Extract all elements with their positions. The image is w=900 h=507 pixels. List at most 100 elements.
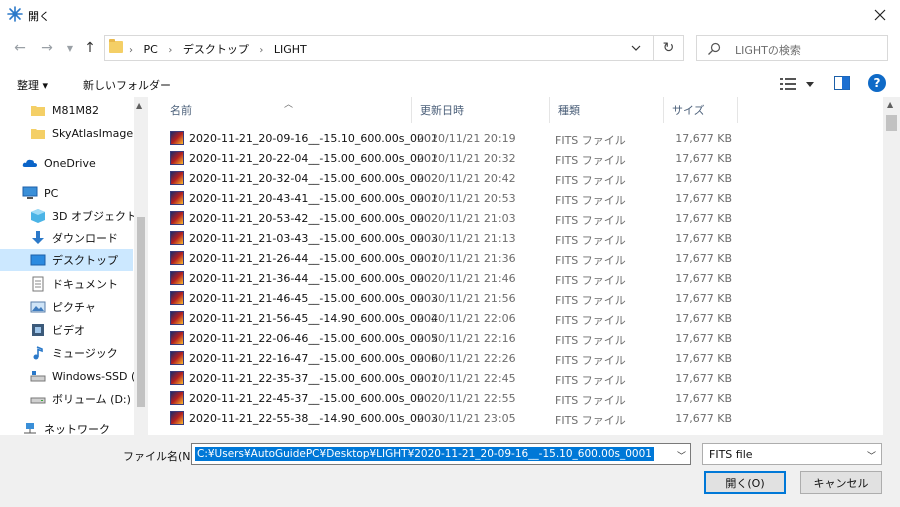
file-name: 2020-11-21_20-53-42__-15.00_600.00s_0002 — [189, 212, 439, 225]
documents-icon — [30, 276, 46, 292]
file-list: ︿ 名前 更新日時 種類 サイズ 2020-11-21_20-09-16__-1… — [150, 97, 883, 435]
file-name: 2020-11-21_22-55-38__-14.90_600.00s_0003 — [189, 412, 439, 425]
new-folder-button[interactable]: 新しいフォルダー — [83, 77, 171, 93]
file-type: FITS ファイル — [555, 394, 626, 407]
navigation-pane: M81M82 SkyAtlasImageRe OneDrive PC 3D オブ… — [0, 97, 148, 435]
sidebar-item-network[interactable]: ネットワーク — [22, 418, 148, 435]
cancel-button[interactable]: キャンセル — [800, 471, 882, 494]
filename-input[interactable]: C:¥Users¥AutoGuidePC¥Desktop¥LIGHT¥2020-… — [191, 443, 691, 465]
fits-file-icon — [170, 371, 184, 385]
filename-label: ファイル名(N): — [123, 450, 199, 463]
folder-icon — [30, 125, 46, 141]
sidebar-item-onedrive[interactable]: OneDrive — [22, 152, 148, 174]
column-header-date[interactable]: 更新日時 — [412, 97, 550, 123]
file-list-scrollbar[interactable]: ▲ — [883, 97, 900, 435]
filetype-select[interactable]: FITS file ﹀ — [702, 443, 882, 465]
table-row[interactable]: 2020-11-21_20-43-41__-15.00_600.00s_0001… — [166, 188, 746, 208]
sidebar-item-documents[interactable]: ドキュメント — [30, 273, 148, 295]
file-date: 2020/11/21 20:53 — [417, 192, 516, 205]
scroll-up-icon: ▲ — [136, 101, 143, 110]
sidebar-item-desktop[interactable]: デスクトップ — [0, 249, 133, 271]
table-row[interactable]: 2020-11-21_22-45-37__-15.00_600.00s_0002… — [166, 388, 746, 408]
table-row[interactable]: 2020-11-21_20-53-42__-15.00_600.00s_0002… — [166, 208, 746, 228]
table-row[interactable]: 2020-11-21_21-26-44__-15.00_600.00s_0001… — [166, 248, 746, 268]
organize-menu-button[interactable]: 整理 ▾ — [17, 77, 48, 93]
sidebar-item-pc[interactable]: PC — [22, 182, 148, 204]
scroll-up-icon: ▲ — [887, 100, 894, 109]
3d-objects-icon — [30, 208, 46, 224]
up-button[interactable]: ↑ — [80, 38, 100, 58]
address-dropdown-button[interactable] — [628, 40, 644, 56]
file-type: FITS ファイル — [555, 294, 626, 307]
table-row[interactable]: 2020-11-21_21-03-43__-15.00_600.00s_0003… — [166, 228, 746, 248]
table-row[interactable]: 2020-11-21_21-46-45__-15.00_600.00s_0003… — [166, 288, 746, 308]
forward-button[interactable]: → — [37, 38, 57, 58]
help-button[interactable]: ? — [868, 74, 886, 92]
breadcrumb-item[interactable]: LIGHT — [274, 43, 307, 56]
fits-file-icon — [170, 311, 184, 325]
sidebar-item-label: Windows-SSD (C — [52, 369, 143, 383]
sidebar-item-windows-ssd[interactable]: Windows-SSD (C — [30, 365, 148, 387]
open-button[interactable]: 開く(O) — [704, 471, 786, 494]
sidebar-item-skyatlas[interactable]: SkyAtlasImageRe — [30, 122, 148, 144]
view-options-button[interactable] — [780, 76, 820, 92]
recent-locations-button[interactable]: ▼ — [60, 38, 80, 58]
column-header-name[interactable]: 名前 — [162, 97, 412, 123]
windows-drive-icon — [30, 368, 46, 384]
table-row[interactable]: 2020-11-21_22-16-47__-15.00_600.00s_0006… — [166, 348, 746, 368]
folder-icon — [109, 39, 123, 53]
file-size: 17,677 KB — [675, 252, 732, 265]
address-bar[interactable]: › PC › デスクトップ › LIGHT — [104, 35, 654, 61]
search-input[interactable]: LIGHTの検索 — [696, 35, 888, 61]
sidebar-scrollbar[interactable]: ▲ — [134, 97, 148, 435]
file-size: 17,677 KB — [675, 212, 732, 225]
file-name: 2020-11-21_22-45-37__-15.00_600.00s_0002 — [189, 392, 439, 405]
sidebar-item-3d-objects[interactable]: 3D オブジェクト — [30, 205, 148, 227]
sidebar-item-label: デスクトップ — [52, 254, 118, 267]
file-name: 2020-11-21_22-06-46__-15.00_600.00s_0005 — [189, 332, 439, 345]
table-row[interactable]: 2020-11-21_20-22-04__-15.00_600.00s_0001… — [166, 148, 746, 168]
table-row[interactable]: 2020-11-21_20-09-16__-15.10_600.00s_0001… — [166, 128, 746, 148]
file-name: 2020-11-21_22-16-47__-15.00_600.00s_0006 — [189, 352, 439, 365]
breadcrumb[interactable]: › PC › デスクトップ › LIGHT — [129, 41, 307, 57]
sidebar-item-label: ネットワーク — [44, 423, 110, 435]
scrollbar-thumb[interactable] — [137, 217, 145, 407]
file-type: FITS ファイル — [555, 214, 626, 227]
sidebar-item-downloads[interactable]: ダウンロード — [30, 227, 148, 249]
scrollbar-thumb[interactable] — [886, 115, 897, 131]
close-button[interactable] — [860, 0, 900, 30]
file-size: 17,677 KB — [675, 312, 732, 325]
table-row[interactable]: 2020-11-21_22-06-46__-15.00_600.00s_0005… — [166, 328, 746, 348]
sidebar-item-volume-d[interactable]: ボリューム (D:) — [30, 388, 148, 410]
sidebar-item-music[interactable]: ミュージック — [30, 342, 148, 364]
sidebar-item-m81m82[interactable]: M81M82 — [30, 99, 148, 121]
filename-value: C:¥Users¥AutoGuidePC¥Desktop¥LIGHT¥2020-… — [195, 447, 654, 461]
back-button[interactable]: ← — [10, 38, 30, 58]
file-date: 2020/11/21 22:45 — [417, 372, 516, 385]
table-row[interactable]: 2020-11-21_22-55-38__-14.90_600.00s_0003… — [166, 408, 746, 428]
file-type: FITS ファイル — [555, 314, 626, 327]
table-row[interactable]: 2020-11-21_22-35-37__-15.00_600.00s_0001… — [166, 368, 746, 388]
fits-file-icon — [170, 231, 184, 245]
sidebar-item-videos[interactable]: ビデオ — [30, 319, 148, 341]
table-row[interactable]: 2020-11-21_21-36-44__-15.00_600.00s_0002… — [166, 268, 746, 288]
column-header-type[interactable]: 種類 — [550, 97, 664, 123]
breadcrumb-item[interactable]: デスクトップ — [183, 43, 249, 56]
fits-file-icon — [170, 391, 184, 405]
file-type: FITS ファイル — [555, 274, 626, 287]
table-row[interactable]: 2020-11-21_21-56-45__-14.90_600.00s_0004… — [166, 308, 746, 328]
fits-file-icon — [170, 151, 184, 165]
column-header-size[interactable]: サイズ — [664, 97, 738, 123]
file-size: 17,677 KB — [675, 412, 732, 425]
chevron-down-icon[interactable]: ﹀ — [677, 449, 686, 462]
table-row[interactable]: 2020-11-21_20-32-04__-15.00_600.00s_0002… — [166, 168, 746, 188]
filetype-value: FITS file — [709, 448, 753, 461]
file-size: 17,677 KB — [675, 372, 732, 385]
sidebar-item-pictures[interactable]: ピクチャ — [30, 296, 148, 318]
sidebar-item-label: M81M82 — [52, 103, 99, 117]
preview-pane-icon[interactable] — [834, 76, 850, 90]
refresh-button[interactable]: ↻ — [654, 35, 684, 61]
title-bar: 開く — [0, 0, 900, 30]
breadcrumb-item[interactable]: PC — [144, 43, 158, 56]
file-date: 2020/11/21 21:56 — [417, 292, 516, 305]
